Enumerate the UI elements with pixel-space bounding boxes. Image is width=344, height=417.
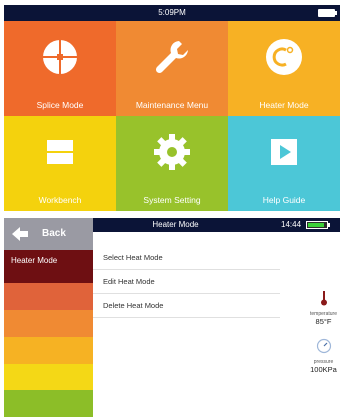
- status-bar: 5:09PM: [4, 5, 340, 21]
- menu-item-delete-heat-mode[interactable]: Delete Heat Mode: [93, 294, 280, 318]
- workbench-icon: [47, 140, 73, 164]
- page-title: Heater Mode: [152, 220, 199, 229]
- play-icon: [271, 139, 297, 165]
- tile-label: Heater Mode: [259, 100, 309, 110]
- tile-maintenance-menu[interactable]: Maintenance Menu: [116, 21, 228, 116]
- menu-item-label: Delete Heat Mode: [103, 301, 164, 310]
- crosshair-icon: [43, 40, 77, 74]
- gauge-icon: [316, 338, 331, 354]
- temperature-value: 85°F: [315, 317, 332, 326]
- header-time: 14:44: [281, 220, 302, 229]
- celsius-icon: [266, 39, 302, 75]
- tile-label: Workbench: [38, 195, 82, 205]
- tile-heater-mode[interactable]: Heater Mode: [228, 21, 340, 116]
- tile-label: Maintenance Menu: [135, 100, 209, 110]
- title-bar: Heater Mode 14:44: [93, 218, 340, 232]
- sidebar-strip: [4, 310, 93, 337]
- heater-mode-screen: Back Heater Mode Heater Mode 14:44 Selec…: [4, 218, 340, 417]
- sidebar-strip: [4, 364, 93, 390]
- menu-item-label: Edit Heat Mode: [103, 277, 155, 286]
- battery-icon: [306, 221, 330, 229]
- tile-label: System Setting: [143, 195, 201, 205]
- sidebar-strip: [4, 390, 93, 417]
- tile-system-setting[interactable]: System Setting: [116, 116, 228, 211]
- tile-workbench[interactable]: Workbench: [4, 116, 116, 211]
- back-label: Back: [42, 228, 66, 239]
- sidebar-item-label: Heater Mode: [11, 256, 58, 265]
- main-menu-screen: 5:09PM Splice Mode Maintenance Menu Heat…: [4, 5, 340, 211]
- sidebar-item-heater-mode[interactable]: Heater Mode: [4, 250, 93, 283]
- tile-help-guide[interactable]: Help Guide: [228, 116, 340, 211]
- battery-icon: [318, 9, 337, 17]
- menu-item-select-heat-mode[interactable]: Select Heat Mode: [93, 246, 280, 270]
- side-panel: Back Heater Mode: [4, 218, 93, 417]
- pressure-value: 100KPa: [310, 365, 337, 374]
- sidebar-strip: [4, 337, 93, 364]
- tile-splice-mode[interactable]: Splice Mode: [4, 21, 116, 116]
- gear-icon: [154, 134, 190, 170]
- back-arrow-icon: [12, 227, 28, 241]
- thermometer-icon: [320, 291, 327, 306]
- menu-item-label: Select Heat Mode: [103, 253, 163, 262]
- wrench-icon: [155, 41, 188, 74]
- sidebar-strip: [4, 283, 93, 310]
- temperature-readout: temperature 85°F: [307, 290, 340, 326]
- tile-label: Help Guide: [262, 195, 306, 205]
- menu-item-edit-heat-mode[interactable]: Edit Heat Mode: [93, 270, 280, 294]
- status-time: 5:09PM: [158, 8, 186, 17]
- back-button[interactable]: Back: [4, 218, 93, 250]
- tile-label: Splice Mode: [36, 100, 84, 110]
- pressure-readout: pressure 100KPa: [307, 338, 340, 374]
